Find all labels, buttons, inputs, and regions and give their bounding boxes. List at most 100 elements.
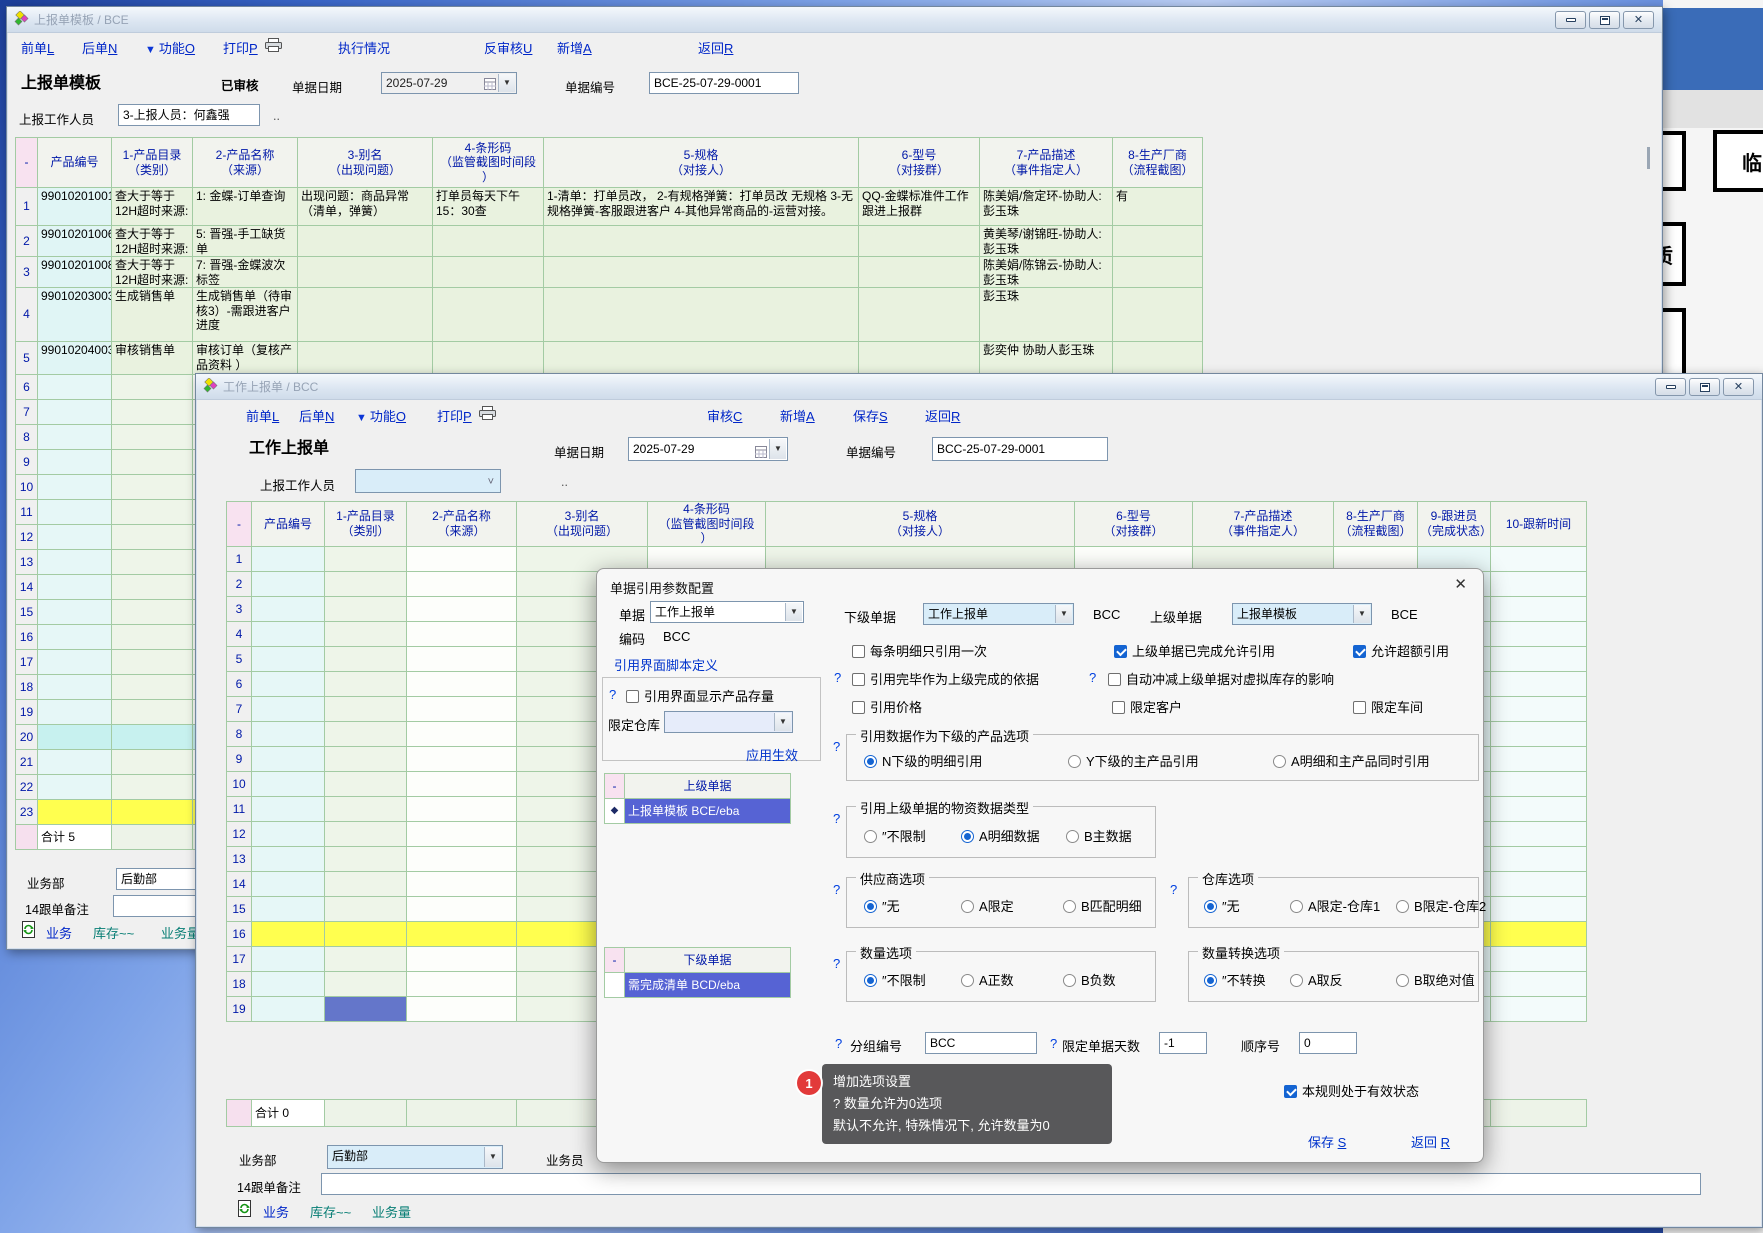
table-cell[interactable] <box>325 1100 407 1127</box>
table-cell[interactable] <box>38 750 112 775</box>
checkbox-limit-customer[interactable]: 限定客户 <box>1112 697 1182 716</box>
toolbar-prev-doc[interactable]: 前单L <box>21 38 54 57</box>
row-number[interactable] <box>16 825 38 850</box>
table-cell[interactable]: 合计 0 <box>252 1100 325 1127</box>
table-cell[interactable] <box>325 822 407 847</box>
table-cell[interactable] <box>252 597 325 622</box>
table-cell[interactable] <box>1113 257 1203 288</box>
table-cell[interactable] <box>1491 597 1587 622</box>
table-cell[interactable] <box>252 822 325 847</box>
table-cell[interactable] <box>252 697 325 722</box>
table-cell[interactable] <box>1491 772 1587 797</box>
radio-warehouse-none[interactable]: ″无 <box>1204 896 1240 915</box>
table-cell[interactable] <box>112 400 193 425</box>
table-cell[interactable] <box>407 622 517 647</box>
table-cell[interactable] <box>252 997 325 1022</box>
row-number[interactable]: ◆ <box>605 799 625 824</box>
table-cell[interactable]: 打单员每天下午15：30查 <box>433 188 544 226</box>
table-cell[interactable] <box>38 700 112 725</box>
help-icon[interactable]: ? <box>834 670 841 685</box>
toolbar-unaudit[interactable]: 反审核U <box>484 38 532 57</box>
column-header[interactable]: 3-别名 （出现问题） <box>298 138 433 188</box>
seq-input[interactable]: 0 <box>1299 1032 1357 1054</box>
table-cell[interactable] <box>112 475 193 500</box>
table-cell[interactable] <box>407 772 517 797</box>
table-cell[interactable] <box>1491 697 1587 722</box>
row-number[interactable]: 12 <box>227 822 252 847</box>
row-number[interactable]: 17 <box>16 650 38 675</box>
table-cell[interactable] <box>407 947 517 972</box>
row-number[interactable]: 2 <box>16 226 38 257</box>
reporter-input[interactable]: 3-上报人员：何鑫强 <box>118 104 260 126</box>
table-cell[interactable] <box>252 722 325 747</box>
radio-both-cite[interactable]: A明细和主产品同时引用 <box>1273 751 1430 770</box>
toolbar-return[interactable]: 返回R <box>925 406 960 425</box>
radio-qty-no-limit[interactable]: ″不限制 <box>864 970 926 989</box>
table-cell[interactable] <box>407 547 517 572</box>
row-number[interactable]: 20 <box>16 725 38 750</box>
row-number[interactable]: 22 <box>16 775 38 800</box>
minimize-button[interactable] <box>1555 11 1586 29</box>
table-cell[interactable] <box>544 342 859 375</box>
row-number[interactable]: 12 <box>16 525 38 550</box>
table-cell[interactable]: 查大于等于12H超时来源: <box>112 257 193 288</box>
table-cell[interactable] <box>112 775 193 800</box>
toolbar-prev-doc[interactable]: 前单L <box>246 406 279 425</box>
volume-link[interactable]: 业务量 <box>372 1202 411 1221</box>
row-number[interactable]: 3 <box>227 597 252 622</box>
column-header[interactable]: 2-产品名称 （来源） <box>193 138 298 188</box>
printer-icon[interactable] <box>479 406 496 423</box>
column-header[interactable]: 5-规格 （对接人） <box>544 138 859 188</box>
table-cell[interactable]: 99010201006 <box>38 226 112 257</box>
date-dropdown-button[interactable]: ▼ <box>769 439 786 459</box>
row-number[interactable]: 6 <box>227 672 252 697</box>
table-cell[interactable] <box>325 722 407 747</box>
dropdown-button[interactable]: ▼ <box>774 713 791 731</box>
days-input[interactable]: -1 <box>1159 1032 1207 1054</box>
table-cell[interactable] <box>112 825 193 850</box>
radio-qty-positive[interactable]: A正数 <box>961 970 1014 989</box>
table-cell[interactable] <box>112 600 193 625</box>
row-number[interactable]: 6 <box>16 375 38 400</box>
column-header[interactable]: 8-生产厂商 （流程截图） <box>1113 138 1203 188</box>
table-cell[interactable] <box>325 972 407 997</box>
table-cell[interactable] <box>38 525 112 550</box>
table-cell[interactable]: 陈美娟/詹定环-协助人: 彭玉珠 <box>980 188 1113 226</box>
row-number[interactable]: 18 <box>16 675 38 700</box>
table-cell[interactable] <box>252 947 325 972</box>
table-cell[interactable] <box>407 922 517 947</box>
row-number[interactable]: 14 <box>16 575 38 600</box>
row-number[interactable]: 23 <box>16 800 38 825</box>
table-cell[interactable] <box>1491 547 1587 572</box>
checkbox-cite-price[interactable]: 引用价格 <box>852 697 922 716</box>
dialog-close-icon[interactable]: ✕ <box>1454 575 1467 593</box>
table-cell[interactable]: 查大于等于12H超时来源: <box>112 226 193 257</box>
close-button[interactable]: ✕ <box>1723 378 1754 396</box>
help-icon[interactable]: ? <box>833 811 840 826</box>
table-cell[interactable] <box>1491 747 1587 772</box>
table-cell[interactable] <box>859 226 980 257</box>
toolbar-print[interactable]: 打印P <box>223 38 258 57</box>
row-number[interactable]: 13 <box>227 847 252 872</box>
checkbox-ref-complete[interactable]: 引用完毕作为上级完成的依据 <box>852 669 1039 688</box>
table-cell[interactable] <box>252 647 325 672</box>
table-cell[interactable]: QQ-金蝶标准件工作跟进上报群 <box>859 188 980 226</box>
table-cell[interactable] <box>252 747 325 772</box>
toolbar-next-doc[interactable]: 后单N <box>299 406 334 425</box>
table-cell[interactable] <box>252 972 325 997</box>
table-cell[interactable] <box>112 525 193 550</box>
row-number[interactable]: 17 <box>227 947 252 972</box>
reporter-more[interactable]: .. <box>273 109 280 123</box>
table-cell[interactable] <box>325 922 407 947</box>
table-cell[interactable] <box>38 800 112 825</box>
checkbox-limit-workshop[interactable]: 限定车间 <box>1353 697 1423 716</box>
table-cell[interactable] <box>38 375 112 400</box>
row-number[interactable]: 14 <box>227 872 252 897</box>
table-cell[interactable] <box>325 947 407 972</box>
table-cell[interactable] <box>38 725 112 750</box>
table-cell[interactable] <box>325 747 407 772</box>
toolbar-add-new[interactable]: 新增A <box>557 38 592 57</box>
table-cell[interactable] <box>112 375 193 400</box>
column-header[interactable]: - <box>16 138 38 188</box>
toolbar-add-new[interactable]: 新增A <box>780 406 815 425</box>
